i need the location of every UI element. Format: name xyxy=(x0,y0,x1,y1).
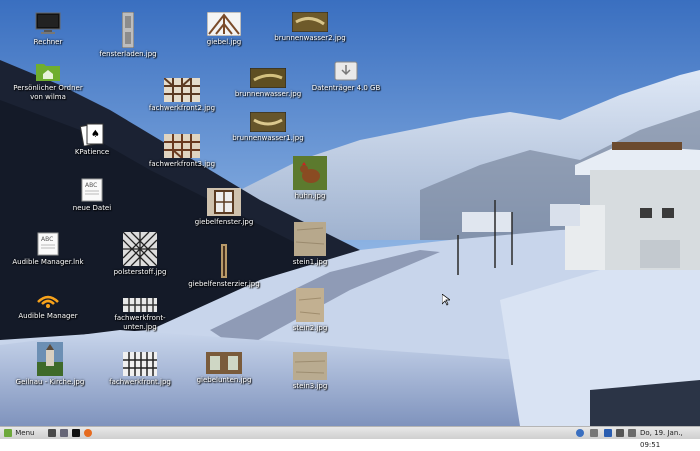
drive-icon xyxy=(334,61,358,81)
desktop[interactable]: Rechner Persönlicher Ordner von wilma ♠ … xyxy=(0,0,700,426)
icon-label: brunnenwasser.jpg xyxy=(234,90,302,98)
icon-label: giebelunten.jpg xyxy=(196,376,252,384)
desktop-icon-audible-lnk[interactable]: ABC Audible Manager.lnk xyxy=(8,232,88,267)
computer-icon xyxy=(35,12,61,34)
files-icon[interactable] xyxy=(60,429,68,437)
show-desktop-icon[interactable] xyxy=(48,429,56,437)
icon-label: neue Datei xyxy=(72,204,112,212)
svg-text:ABC: ABC xyxy=(85,182,97,189)
icon-label: Audible Manager xyxy=(18,312,78,320)
clock[interactable]: Do, 19. Jan., 09:51 xyxy=(640,427,700,449)
icon-label: stein3.jpg xyxy=(292,382,328,390)
mint-menu-icon xyxy=(4,429,12,437)
desktop-icon-brunnenwasser[interactable]: brunnenwasser.jpg xyxy=(228,68,308,99)
battery-icon[interactable] xyxy=(628,429,636,437)
icon-label: fensterladen.jpg xyxy=(99,50,157,58)
image-thumb-timber xyxy=(164,78,200,102)
image-thumb-stone xyxy=(296,288,324,322)
desktop-icon-stein1[interactable]: stein1.jpg xyxy=(270,222,350,267)
desktop-icon-polsterstoff[interactable]: polsterstoff.jpg xyxy=(100,232,180,277)
icon-label: fachwerkfront3.jpg xyxy=(148,160,216,168)
desktop-icon-giebel[interactable]: giebel.jpg xyxy=(184,12,264,47)
icon-label: polsterstoff.jpg xyxy=(113,268,167,276)
svg-text:♠: ♠ xyxy=(91,129,100,140)
desktop-icon-fachwerkfront-unten[interactable]: fachwerkfront-unten.jpg xyxy=(100,298,180,332)
audible-icon xyxy=(37,295,59,308)
image-thumb-water xyxy=(292,12,328,32)
icon-label: fachwerkfront2.jpg xyxy=(148,104,216,112)
image-thumb-chicken xyxy=(293,156,327,190)
taskbar: Menu Do, 19. Jan., 09:51 xyxy=(0,426,700,449)
menu-button[interactable]: Menu xyxy=(3,427,34,439)
icon-label: stein1.jpg xyxy=(292,258,328,266)
icon-label: brunnenwasser1.jpg xyxy=(232,134,304,142)
icon-label: Rechner xyxy=(33,38,63,46)
desktop-icon-huhn[interactable]: huhn.jpg xyxy=(270,156,350,201)
icon-label: Geilnau - Kirche.jpg xyxy=(15,378,85,386)
image-thumb-timber xyxy=(164,134,200,158)
menu-label: Menu xyxy=(15,429,35,437)
desktop-icon-home-folder[interactable]: Persönlicher Ordner von wilma xyxy=(8,60,88,102)
icon-label: huhn.jpg xyxy=(294,192,326,200)
desktop-icon-fachwerkfront[interactable]: fachwerkfront.jpg xyxy=(100,352,180,387)
icon-label: giebelfenster.jpg xyxy=(194,218,254,226)
image-thumb-shutter xyxy=(122,12,134,48)
home-folder-icon xyxy=(36,64,60,81)
desktop-icon-giebelunten[interactable]: giebelunten.jpg xyxy=(184,352,264,385)
desktop-icon-fachwerkfront3[interactable]: fachwerkfront3.jpg xyxy=(142,134,222,169)
icon-label: Audible Manager.lnk xyxy=(12,258,84,266)
terminal-icon[interactable] xyxy=(72,429,80,437)
icon-label: fachwerkfront-unten.jpg xyxy=(114,314,166,331)
icon-label: Datenträger 4.0 GB xyxy=(311,84,381,92)
icon-label: fachwerkfront.jpg xyxy=(109,378,171,386)
image-thumb-ornament xyxy=(221,244,227,278)
desktop-icon-giebelfenster[interactable]: giebelfenster.jpg xyxy=(184,188,264,227)
icon-label: KPatience xyxy=(74,148,110,156)
mouse-pointer-icon xyxy=(442,294,450,306)
image-thumb-water xyxy=(250,112,286,132)
svg-text:ABC: ABC xyxy=(41,236,53,243)
icon-label: stein2.jpg xyxy=(292,324,328,332)
image-thumb-stone xyxy=(294,222,326,256)
desktop-icon-giebelfensterzier[interactable]: giebelfensterzier.jpg xyxy=(184,244,264,289)
network-icon[interactable] xyxy=(590,429,598,437)
desktop-icon-datentraeger[interactable]: Datenträger 4.0 GB xyxy=(306,60,386,93)
desktop-icon-geilnau[interactable]: Geilnau - Kirche.jpg xyxy=(10,342,90,387)
text-document-icon: ABC xyxy=(81,178,103,202)
desktop-icon-brunnenwasser1[interactable]: brunnenwasser1.jpg xyxy=(228,112,308,143)
image-thumb-fabric xyxy=(123,232,157,266)
firefox-icon[interactable] xyxy=(84,429,92,437)
desktop-icon-stein3[interactable]: stein3.jpg xyxy=(270,352,350,391)
bluetooth-icon[interactable] xyxy=(604,429,612,437)
text-document-icon: ABC xyxy=(37,232,59,256)
desktop-icon-fensterladen[interactable]: fensterladen.jpg xyxy=(88,12,168,59)
cards-icon: ♠ xyxy=(79,123,104,146)
image-thumb-window xyxy=(207,188,241,216)
icon-label: brunnenwasser2.jpg xyxy=(274,34,346,42)
image-thumb-gable-bottom xyxy=(206,352,242,374)
desktop-icon-brunnenwasser2[interactable]: brunnenwasser2.jpg xyxy=(270,12,350,43)
image-thumb-gable xyxy=(207,12,241,36)
image-thumb-timber xyxy=(123,298,157,312)
image-thumb-stone xyxy=(293,352,327,380)
desktop-icon-audible-manager[interactable]: Audible Manager xyxy=(8,288,88,321)
update-icon[interactable] xyxy=(576,429,584,437)
image-thumb-water xyxy=(250,68,286,88)
icon-label: giebel.jpg xyxy=(206,38,242,46)
desktop-icon-kpatience[interactable]: ♠ KPatience xyxy=(52,122,132,157)
desktop-icon-stein2[interactable]: stein2.jpg xyxy=(270,288,350,333)
desktop-icon-fachwerkfront2[interactable]: fachwerkfront2.jpg xyxy=(142,78,222,113)
icon-label: Persönlicher Ordner von wilma xyxy=(13,84,83,101)
desktop-icon-rechner[interactable]: Rechner xyxy=(8,12,88,47)
icon-label: giebelfensterzier.jpg xyxy=(188,280,260,288)
image-thumb-church xyxy=(37,342,63,376)
volume-icon[interactable] xyxy=(616,429,624,437)
desktop-icon-neue-datei[interactable]: ABC neue Datei xyxy=(52,178,132,213)
image-thumb-timber xyxy=(123,352,157,376)
